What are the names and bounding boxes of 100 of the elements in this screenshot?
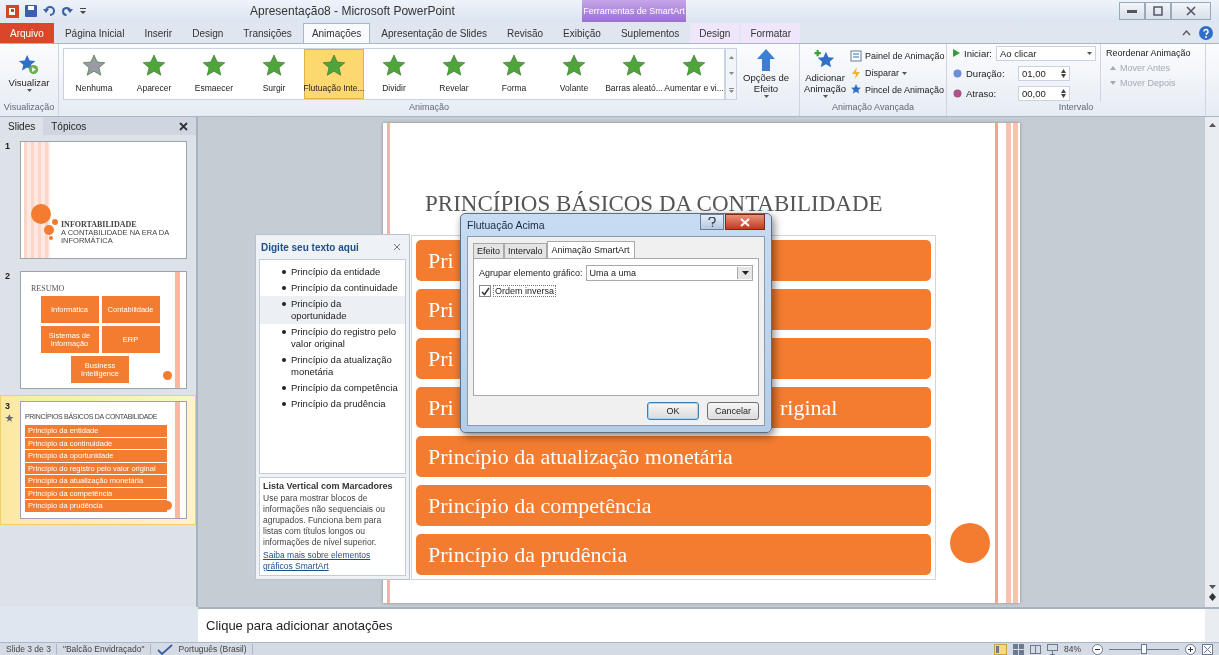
redo-icon[interactable] xyxy=(61,5,73,17)
undo-icon[interactable] xyxy=(43,5,55,17)
bullet-icon xyxy=(282,402,286,406)
dialog-button[interactable]: OK xyxy=(647,402,699,420)
notes-field[interactable]: Clique para adicionar anotações xyxy=(198,609,1205,642)
ribbon-tab[interactable]: Arquivo xyxy=(0,23,54,43)
arrow-up-icon xyxy=(757,48,775,71)
group-dropdown[interactable]: Uma a uma xyxy=(585,265,753,281)
ribbon-tab[interactable]: Inserir xyxy=(135,23,182,43)
close-icon[interactable] xyxy=(393,243,401,251)
ribbon-tab[interactable]: Revisão xyxy=(497,23,553,43)
animation-option[interactable]: Dividir xyxy=(364,49,424,99)
bullet-item[interactable]: Princípio da entidade xyxy=(260,264,405,280)
command-button[interactable]: Pincel de Animação xyxy=(850,84,945,96)
preview-button[interactable]: Visualizar xyxy=(0,44,58,102)
ribbon-tab[interactable]: Design xyxy=(183,23,233,43)
bullet-item[interactable]: Princípio da prudência xyxy=(260,396,405,412)
bullet-item[interactable]: Princípio da continuidade xyxy=(260,280,405,296)
command-button[interactable]: Painel de Animação xyxy=(850,50,945,62)
bullet-item[interactable]: Princípio da atualização monetária xyxy=(260,352,405,380)
bullet-item[interactable]: Princípio do registro pelo valor original xyxy=(260,324,405,352)
star-brush-icon xyxy=(850,84,862,96)
duration-spinner[interactable]: 01,00 xyxy=(1018,65,1070,81)
ribbon-tab[interactable]: Suplementos xyxy=(611,23,689,43)
slide-title: PRINCÍPIOS BÁSICOS DA CONTABILIDADE xyxy=(425,191,883,217)
row-text: Pri xyxy=(428,394,454,421)
normal-view-icon[interactable] xyxy=(994,643,1007,655)
minimize-button[interactable] xyxy=(1119,2,1145,20)
decorative-circle xyxy=(163,371,172,380)
app-logo-icon[interactable] xyxy=(6,4,19,18)
help-icon[interactable] xyxy=(1199,25,1213,40)
dialog-tab[interactable]: Intervalo xyxy=(504,243,547,258)
star-icon xyxy=(502,53,526,78)
language-indicator[interactable]: Português (Brasil) xyxy=(178,644,253,654)
expand-gallery-icon[interactable] xyxy=(728,87,734,93)
panel-tab[interactable]: Slides xyxy=(0,117,44,135)
theme-name: "Balcão Envidraçado" xyxy=(62,644,151,654)
customize-caret-icon[interactable] xyxy=(79,7,87,15)
animation-option[interactable]: Volante xyxy=(544,49,604,99)
gallery-scrollbar[interactable] xyxy=(725,48,737,100)
add-animation-button[interactable]: Adicionar Animação xyxy=(800,44,850,102)
animation-option[interactable]: Flutuação Inte... xyxy=(304,49,364,99)
close-icon[interactable] xyxy=(179,121,188,131)
effect-options-button[interactable]: Opções de Efeito xyxy=(741,44,791,102)
ribbon-tab[interactable]: Design xyxy=(690,23,740,43)
slide-sorter-icon[interactable] xyxy=(1013,643,1024,655)
help-link[interactable]: Saiba mais sobre elementos gráficos SmartArt xyxy=(263,550,402,572)
row-text: Princípio da prudência xyxy=(428,541,628,568)
notes-scrollbar[interactable] xyxy=(1205,609,1219,642)
close-button[interactable] xyxy=(1171,2,1211,20)
dialog-tab[interactable]: Efeito xyxy=(473,243,504,258)
bullet-icon xyxy=(282,386,286,390)
animation-option[interactable]: Aumentar e vi... xyxy=(664,49,724,99)
animation-option[interactable]: Esmaecer xyxy=(184,49,244,99)
caret-icon xyxy=(741,271,749,275)
scroll-down-icon[interactable] xyxy=(1208,585,1216,589)
help-button[interactable] xyxy=(700,214,724,230)
ribbon-tab[interactable]: Apresentação de Slides xyxy=(372,23,496,43)
close-button[interactable] xyxy=(725,214,765,230)
star-icon xyxy=(142,53,166,78)
animation-option[interactable]: Revelar xyxy=(424,49,484,99)
restore-button[interactable] xyxy=(1145,2,1171,20)
scroll-up-icon[interactable] xyxy=(728,55,734,59)
star-icon xyxy=(442,53,466,78)
zoom-level[interactable]: 84% xyxy=(1064,644,1086,654)
ribbon-tab[interactable]: Formatar xyxy=(741,23,800,43)
scroll-up-icon[interactable] xyxy=(1208,123,1216,127)
delay-spinner[interactable]: 00,00 xyxy=(1018,85,1070,101)
animation-option[interactable]: Forma xyxy=(484,49,544,99)
fit-to-window-icon[interactable] xyxy=(1202,643,1213,655)
slide-thumbnail-row[interactable] xyxy=(0,395,196,525)
zoom-out-icon[interactable] xyxy=(1092,643,1103,655)
vertical-scrollbar[interactable] xyxy=(1205,117,1219,607)
caret-icon xyxy=(1087,51,1092,55)
animation-option[interactable]: Aparecer xyxy=(124,49,184,99)
zoom-in-icon[interactable] xyxy=(1185,643,1196,655)
panel-tab[interactable]: Tópicos xyxy=(43,117,95,135)
animation-option[interactable]: Barras aleató... xyxy=(604,49,664,99)
layout-description: Use para mostrar blocos de informações não sequenciais ou agrupados. Funciona bem para listas com títulos longos ou informações de nível superior. xyxy=(263,493,386,548)
scroll-down-icon[interactable] xyxy=(728,71,734,75)
ribbon-tab[interactable]: Página Inicial xyxy=(55,23,134,43)
thumbnail-title: INFORTABILIDADE xyxy=(61,220,138,229)
reading-view-icon[interactable] xyxy=(1030,643,1041,655)
animation-option[interactable]: Surgir xyxy=(244,49,304,99)
bullet-item[interactable]: Princípio da competência xyxy=(260,380,405,396)
collapse-ribbon-icon[interactable] xyxy=(1182,29,1191,36)
slideshow-icon[interactable] xyxy=(1047,643,1058,655)
animation-option[interactable]: Nenhuma xyxy=(64,49,124,99)
next-slide-icon[interactable] xyxy=(1208,593,1216,601)
bullet-icon xyxy=(282,286,286,290)
ribbon-tab[interactable]: Animações xyxy=(302,23,371,43)
ribbon-tab[interactable]: Transições xyxy=(234,23,301,43)
dialog-button[interactable]: Cancelar xyxy=(707,402,759,420)
spellcheck-icon[interactable] xyxy=(156,643,173,655)
dialog-tab[interactable]: Animação SmartArt xyxy=(546,241,635,258)
ribbon-tab[interactable]: Exibição xyxy=(554,23,610,43)
save-icon[interactable] xyxy=(25,5,37,17)
start-dropdown[interactable]: Ao clicar xyxy=(996,45,1096,61)
bullet-item[interactable]: Princípio da oportunidade xyxy=(260,296,405,324)
command-button[interactable]: Disparar xyxy=(850,67,945,79)
